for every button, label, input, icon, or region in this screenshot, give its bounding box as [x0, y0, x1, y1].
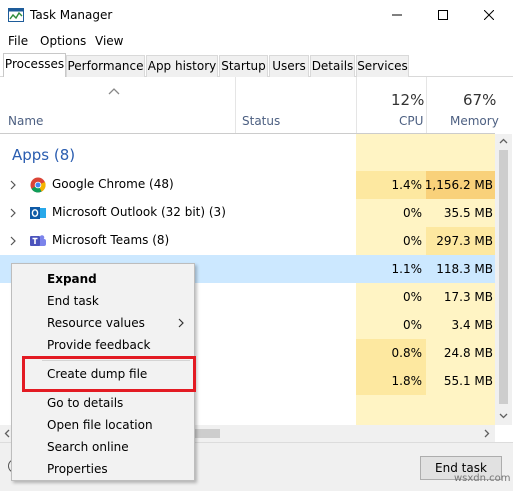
close-icon: [484, 10, 494, 20]
menu-item-expand[interactable]: Expand: [12, 268, 194, 290]
scroll-up-icon[interactable]: [499, 138, 508, 144]
process-name: Microsoft Outlook (32 bit) (3): [52, 205, 226, 219]
memory-value: 3.4 MB: [451, 318, 493, 332]
task-manager-icon: [8, 8, 24, 22]
scroll-right-icon[interactable]: [484, 429, 490, 438]
memory-value: 118.3 MB: [436, 262, 493, 276]
column-name[interactable]: Name: [8, 114, 43, 128]
memory-total[interactable]: 67%: [463, 91, 496, 109]
cpu-value: 0%: [402, 234, 422, 248]
table-row[interactable]: Google Chrome (48) 1.4% 1,156.2 MB: [0, 171, 496, 199]
teams-icon: [30, 235, 46, 246]
cpu-total[interactable]: 12%: [391, 91, 424, 109]
chevron-right-icon[interactable]: [9, 236, 17, 246]
tab-app-history[interactable]: App history: [146, 55, 218, 77]
tab-services[interactable]: Services: [356, 55, 409, 77]
scroll-left-icon[interactable]: [4, 429, 10, 438]
chevron-right-icon[interactable]: [9, 208, 17, 218]
highlight-annotation-box: [22, 356, 196, 392]
tab-startup[interactable]: Startup: [219, 55, 268, 77]
column-status[interactable]: Status: [242, 114, 280, 128]
vertical-scrollbar[interactable]: [495, 134, 512, 425]
maximize-button[interactable]: [420, 0, 466, 30]
menu-item-properties[interactable]: Properties: [12, 458, 194, 480]
close-button[interactable]: [466, 0, 512, 30]
cpu-value: 1.8%: [391, 374, 423, 388]
minimize-button[interactable]: [374, 0, 420, 30]
title-bar: Task Manager: [0, 0, 513, 30]
outlook-icon: [30, 207, 46, 219]
submenu-arrow-icon: [178, 318, 184, 328]
group-apps[interactable]: Apps (8): [12, 146, 75, 164]
memory-value: 297.3 MB: [436, 234, 493, 248]
cpu-value: 1.4%: [391, 178, 423, 192]
column-memory[interactable]: Memory: [450, 114, 499, 128]
watermark: wsxdn.com: [454, 473, 511, 484]
tab-details[interactable]: Details: [310, 55, 355, 77]
menu-item-go-to-details[interactable]: Go to details: [12, 392, 194, 414]
maximize-icon: [438, 10, 448, 20]
menu-options[interactable]: Options: [40, 34, 86, 48]
memory-value: 24.8 MB: [443, 346, 493, 360]
vertical-scroll-thumb[interactable]: [499, 150, 508, 404]
sort-ascending-icon: [108, 88, 120, 95]
memory-value: 17.3 MB: [443, 290, 493, 304]
tab-processes[interactable]: Processes: [3, 53, 66, 78]
chevron-right-icon[interactable]: [9, 180, 17, 190]
menu-file[interactable]: File: [8, 34, 28, 48]
menu-item-resource-values[interactable]: Resource values: [12, 312, 194, 334]
cpu-value: 0%: [402, 318, 422, 332]
menu-item-search-online[interactable]: Search online: [12, 436, 194, 458]
column-cpu[interactable]: CPU: [399, 114, 423, 128]
column-header: Name Status 12% CPU 67% Memory: [0, 77, 513, 134]
cpu-value: 0%: [402, 290, 422, 304]
memory-value: 1,156.2 MB: [424, 178, 493, 192]
menu-view[interactable]: View: [95, 34, 123, 48]
window-title: Task Manager: [30, 8, 113, 22]
cpu-value: 0%: [402, 206, 422, 220]
chrome-icon: [30, 177, 46, 193]
memory-value: 55.1 MB: [443, 374, 493, 388]
menu-item-end-task[interactable]: End task: [12, 290, 194, 312]
menu-item-provide-feedback[interactable]: Provide feedback: [12, 334, 194, 356]
tab-performance[interactable]: Performance: [66, 55, 145, 77]
table-row[interactable]: Microsoft Outlook (32 bit) (3) 0% 35.5 M…: [0, 199, 495, 227]
table-row[interactable]: Microsoft Teams (8) 0% 297.3 MB: [0, 227, 496, 255]
scroll-down-icon[interactable]: [499, 413, 508, 419]
tab-strip: Processes Performance App history Startu…: [0, 53, 513, 78]
process-name: Google Chrome (48): [52, 177, 174, 191]
menu-bar: File Options View: [0, 30, 513, 52]
cpu-value: 0.8%: [391, 346, 423, 360]
minimize-icon: [392, 14, 402, 16]
menu-item-open-file-location[interactable]: Open file location: [12, 414, 194, 436]
process-name: Microsoft Teams (8): [52, 233, 170, 247]
memory-value: 35.5 MB: [443, 206, 493, 220]
tab-users[interactable]: Users: [269, 55, 309, 77]
menu-item-label: Resource values: [47, 316, 145, 330]
cpu-value: 1.1%: [391, 262, 423, 276]
